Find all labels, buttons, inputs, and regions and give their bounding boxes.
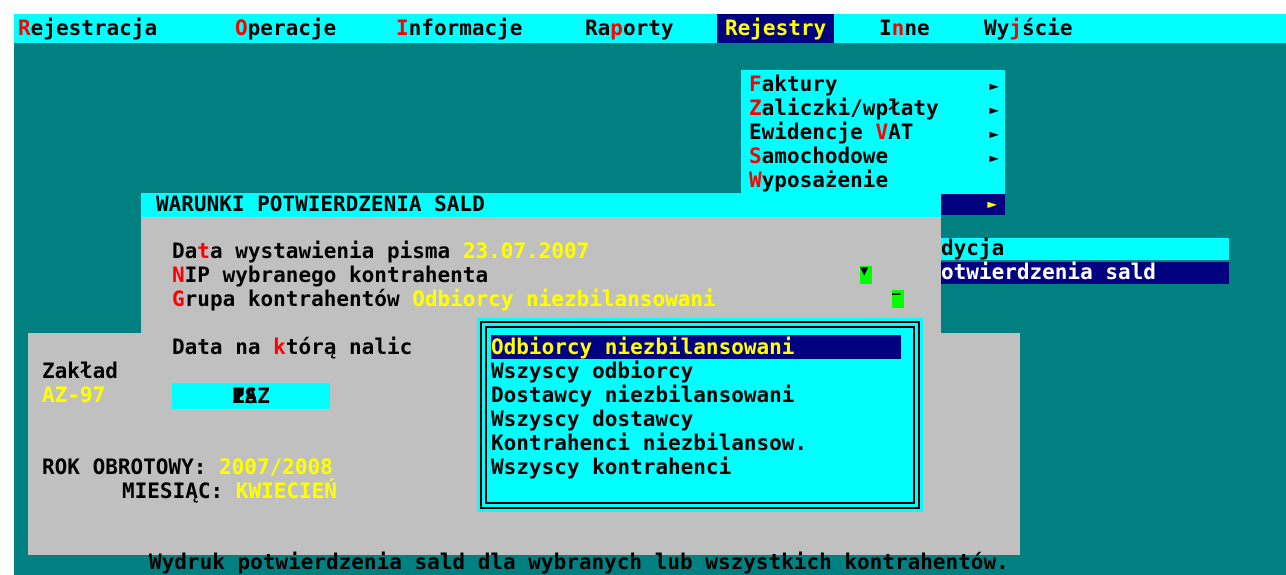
popup-option[interactable]: Kontrahenci niezbilansow. [491,431,901,455]
popup-option[interactable]: Wszyscy dostawcy [491,407,901,431]
dropdown-item-faktury[interactable]: Faktury [749,72,838,97]
menu-label: I [879,16,892,40]
save-button[interactable]: ZA P ISZ [172,383,330,409]
menu-hotkey: Z [749,96,762,120]
menu-hotkey: W [749,168,762,192]
rejestry-dropdown: Faktury ► Zaliczki/wpłaty ► Ewidencje VA… [741,70,1005,194]
menu-hotkey: F [749,72,762,96]
month-row: MIESIĄC: KWIECIEŃ [122,479,337,504]
submenu-arrow-icon: ► [987,194,997,213]
menu-label: nformacje [408,16,523,40]
menu-label: Ewidencje [749,120,876,144]
nip-field-row[interactable]: NIP wybranego kontrahenta [172,263,488,288]
menu-hotkey: S [749,144,762,168]
dropdown-item-ewidencje-vat[interactable]: Ewidencje VAT [749,120,913,145]
submenu-arrow-icon: ► [989,76,999,95]
submenu-label: dycja [941,236,1005,260]
menu-label: aliczki/wpłaty [761,96,939,120]
group-dropdown-toggle[interactable]: – [892,286,904,308]
field-label: tórą nalic [285,335,413,359]
fiscal-year-row: ROK OBROTOWY: 2007/2008 [42,455,333,480]
submenu-item-potwierdzenia-sald[interactable]: otwierdzenia sald [939,260,1229,284]
menu-hotkey: O [235,16,248,40]
menu-wyjscie[interactable]: Wyjście [984,16,1073,41]
menu-hotkey: R [18,16,31,40]
dialog-title: WARUNKI POTWIERDZENIA SALD [156,192,485,216]
popup-option-selected[interactable]: Odbiorcy niezbilansowani [491,335,901,359]
menu-informacje[interactable]: Informacje [396,16,522,41]
field-hotkey: t [197,239,210,263]
menu-bar: Rejestracja Operacje Informacje Raporty … [14,14,1286,43]
field-hotkey: G [172,287,185,311]
menu-inne[interactable]: Inne [879,16,930,41]
field-hotkey: N [172,263,185,287]
menu-hotkey: p [610,16,623,40]
month-value: KWIECIEŃ [235,479,337,503]
date-value[interactable]: 23.07.2007 [463,239,589,263]
button-label: ISZ [232,384,270,408]
menu-raporty[interactable]: Raporty [585,16,674,41]
submenu-arrow-icon: ► [989,124,999,143]
dos-screen: Rejestracja Operacje Informacje Raporty … [14,14,1286,575]
field-hotkey: k [273,335,286,359]
nip-toggle[interactable]: ▼ [860,263,872,284]
calc-date-row[interactable]: Data na którą nalic [172,335,412,360]
menu-label: Ra [585,16,611,40]
menu-label: yposażenie [761,168,889,192]
group-select-popup: Odbiorcy niezbilansowani Wszyscy odbiorc… [477,318,923,512]
field-label: IP wybranego kontrahenta [184,263,489,287]
submenu-arrow-icon: ► [989,148,999,167]
submenu-label: otwierdzenia sald [941,260,1156,284]
dropdown-highlighted-row[interactable]: ► [941,194,1005,215]
status-line: Wydruk potwierdzenia sald dla wybranych … [14,550,1286,575]
menu-label: ście [1021,16,1073,40]
menu-operacje[interactable]: Operacje [235,16,336,41]
fiscal-year-value: 2007/2008 [219,455,333,479]
plant-label: Zakład [42,359,118,383]
status-text: Wydruk potwierdzenia sald dla wybranych … [149,550,1009,574]
menu-label: amochodowe [761,144,889,168]
popup-option[interactable]: Wszyscy kontrahenci [491,455,901,479]
submenu-item-edycja[interactable]: dycja [939,236,1229,260]
group-value[interactable]: Odbiorcy niezbilansowani [412,287,715,311]
dropdown-item-samochodowe[interactable]: Samochodowe [749,144,888,169]
menu-hotkey: n [891,16,905,40]
menu-label: aktury [761,72,838,96]
dropdown-item-wyposazenie[interactable]: Wyposażenie [749,168,888,193]
dropdown-item-zaliczki[interactable]: Zaliczki/wpłaty [749,96,939,121]
submenu-arrow-icon: ► [989,100,999,119]
checkbox-icon: ▼ [860,263,869,279]
popup-option[interactable]: Wszyscy odbiorcy [491,359,901,383]
menu-label: peracje [247,16,337,40]
field-label: a wystawienia pisma [209,239,463,263]
menu-rejestry[interactable]: Rejestry [717,14,835,43]
field-label: Da [172,239,198,263]
menu-hotkey: V [875,120,889,144]
menu-label: orty [622,16,674,40]
field-label: rupa kontrahentów [184,287,413,311]
menu-hotkey: j [1009,16,1022,40]
menu-label: ejestracja [30,16,158,40]
dropdown-icon: – [892,286,901,302]
menu-hotkey: I [396,16,409,40]
field-label: Data na [172,335,274,359]
dialog-title-bar: WARUNKI POTWIERDZENIA SALD [141,192,941,217]
plant-value[interactable]: AZ-97 [42,383,105,408]
menu-label: AT [888,120,914,144]
menu-rejestracja[interactable]: Rejestracja [18,16,157,41]
menu-label: Wy [984,16,1010,40]
group-field-row[interactable]: Grupa kontrahentów Odbiorcy niezbilansow… [172,287,716,312]
field-label: ROK OBROTOWY: [42,455,220,479]
menu-label: ne [904,16,930,40]
field-label: MIESIĄC: [122,479,236,503]
popup-option[interactable]: Dostawcy niezbilansowani [491,383,901,407]
date-field-row[interactable]: Data wystawienia pisma 23.07.2007 [172,239,589,264]
